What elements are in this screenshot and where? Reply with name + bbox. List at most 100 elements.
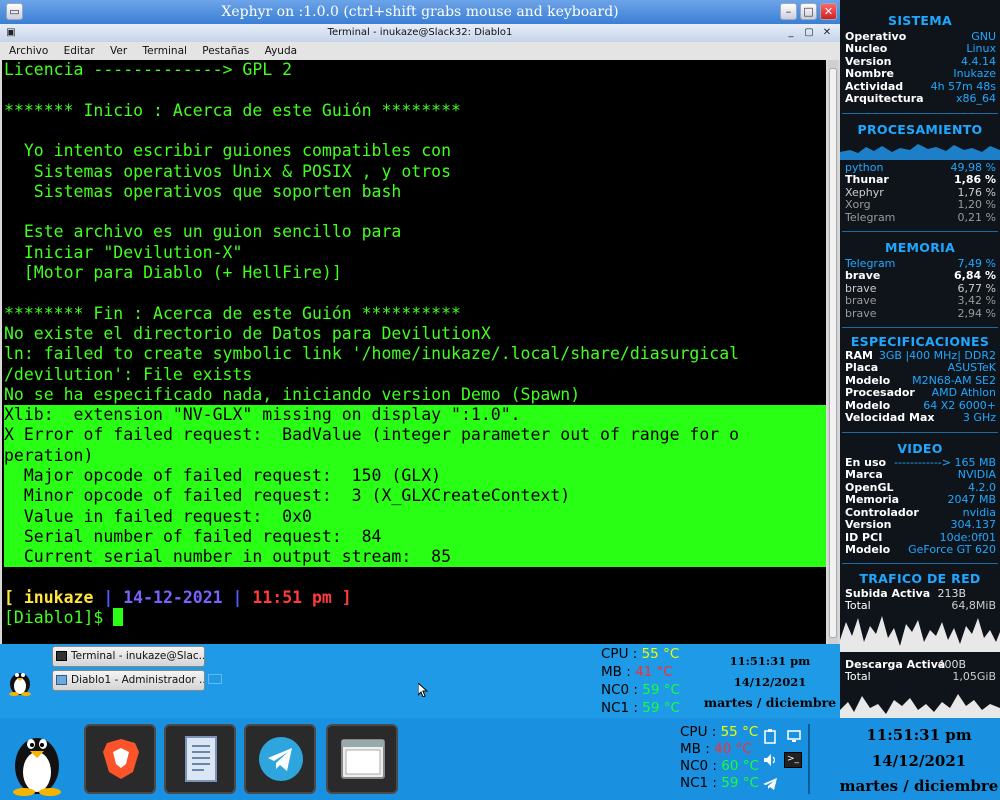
tux-menu-icon[interactable] (8, 724, 66, 796)
cpu-process-row: Xorg 1,20 % (845, 198, 996, 211)
conky-value: x86_64 (955, 92, 996, 105)
terminal-line: Sistemas operativos que soporten bash (4, 181, 402, 201)
telegram-icon (258, 736, 304, 786)
desktop-pager-icon[interactable] (208, 674, 222, 684)
prompt-cwd: [Diablo1]$ (4, 608, 114, 628)
video-key: Modelo (845, 543, 891, 556)
terminal-close-button[interactable]: ✕ (820, 26, 834, 40)
video-row: Modelo GeForce GT 620 (845, 543, 996, 556)
menu-archivo[interactable]: Archivo (9, 45, 48, 57)
text-editor-launcher[interactable] (164, 724, 236, 794)
divider (842, 327, 998, 328)
menu-ayuda[interactable]: Ayuda (265, 45, 297, 57)
close-button[interactable]: ✕ (820, 3, 837, 20)
error-line: Serial number of failed request: 84 (4, 526, 826, 548)
inner-clock-time[interactable]: 11:51:31 pm (700, 654, 840, 668)
error-line: Current serial number in output stream: … (4, 547, 826, 568)
terminal-title: Terminal - inukaze@Slack32: Diablo1 (327, 27, 513, 38)
telegram-launcher[interactable] (244, 724, 316, 794)
error-line: X Error of failed request: BadValue (int… (4, 425, 826, 446)
spec-value: AMD Athlon (931, 386, 996, 399)
tux-menu-icon[interactable] (6, 666, 34, 696)
window-launcher[interactable] (326, 724, 398, 794)
sensor-value: 41 °C (635, 664, 673, 680)
mem-process-row: brave 3,42 % (845, 294, 996, 307)
sensor-label: NC1 (680, 775, 709, 791)
terminal-line: Iniciar "Devilution-X" (4, 242, 243, 262)
maximize-button[interactable]: □ (800, 3, 817, 20)
outer-clock-day: martes / diciembre (839, 777, 999, 795)
terminal-scrollbar[interactable] (828, 60, 838, 644)
outer-clock-date: 14/12/2021 (871, 752, 967, 770)
sensor-label: NC1 (601, 700, 630, 716)
section-video: VIDEO (897, 441, 943, 456)
conky-key: Nombre (845, 67, 894, 80)
process-value: 1,20 % (957, 198, 996, 211)
video-value: NVIDIA (957, 468, 996, 481)
minimize-button[interactable]: – (780, 3, 797, 20)
conky-row: Nombre Inukaze (845, 67, 996, 80)
terminal-maximize-button[interactable]: ▢ (802, 26, 816, 40)
conky-key: Nucleo (845, 42, 888, 55)
terminal-tray-icon[interactable]: >_ (784, 752, 802, 768)
terminal-line: Licencia -------------> GPL 2 (4, 60, 293, 79)
conky-row: Nucleo Linux (845, 42, 996, 55)
net-upload-total-row: Total 64,8MiB (845, 599, 996, 612)
upload-graph (840, 612, 1000, 652)
window-menu-icon[interactable]: ▭ (6, 3, 23, 20)
terminal-title-bar[interactable]: Terminal - inukaze@Slack32: Diablo1 (0, 24, 840, 42)
terminal-icon (56, 651, 67, 661)
prompt-input-line[interactable]: [Diablo1]$ (4, 608, 826, 628)
xephyr-title-bar[interactable]: Xephyr on :1.0.0 (ctrl+shift grabs mouse… (0, 0, 840, 24)
outer-clock-time[interactable]: 11:51:31 pm (838, 726, 1000, 744)
spec-value: ASUSTeK (947, 361, 996, 374)
task-terminal[interactable]: Terminal - inukaze@Slac... (52, 646, 205, 667)
terminal-line: /devilution': File exists (4, 364, 253, 384)
menu-editar[interactable]: Editar (64, 45, 95, 57)
sensor-value: 60 °C (721, 758, 759, 774)
video-key: Version (845, 518, 892, 531)
terminal-line: ******* Inicio : Acerca de este Guión **… (4, 100, 461, 120)
menu-ver[interactable]: Ver (110, 45, 127, 57)
menu-pestanas[interactable]: Pestañas (202, 45, 249, 57)
spec-row: Velocidad Max 3 GHz (845, 411, 996, 424)
scrollbar-thumb[interactable] (829, 68, 837, 638)
terminal-output[interactable]: Licencia -------------> GPL 2 ******* In… (2, 60, 826, 644)
xephyr-window: Xephyr on :1.0.0 (ctrl+shift grabs mouse… (0, 0, 840, 718)
section-sistema: SISTEMA (888, 13, 952, 28)
brave-icon (102, 738, 140, 784)
brave-launcher[interactable] (84, 724, 156, 794)
inner-clock-date: 14/12/2021 (733, 675, 807, 689)
terminal-line: Yo intento escribir guiones compatibles … (4, 141, 452, 161)
spec-key: Placa (845, 361, 879, 374)
telegram-tray-icon[interactable] (762, 776, 778, 792)
cpu-process-row: Telegram 0,21 % (845, 211, 996, 224)
terminal-cursor (113, 608, 124, 627)
spec-value: 3 GHz (962, 411, 996, 424)
mem-process-row: brave 6,84 % (845, 269, 996, 282)
download-graph (840, 684, 1000, 718)
process-name: Thunar (845, 173, 889, 186)
video-key: Memoria (845, 493, 900, 506)
sensor-value: 59 °C (721, 775, 759, 791)
sensor-label: CPU (601, 646, 629, 662)
prompt-user: inukaze (23, 587, 94, 607)
sensor-label: MB (601, 664, 622, 680)
terminal-minimize-button[interactable]: _ (784, 26, 798, 40)
cpu-process-row: Thunar 1,86 % (845, 173, 996, 186)
error-line: Minor opcode of failed request: 3 (X_GLX… (4, 486, 826, 507)
terminal-line: Este archivo es un guion sencillo para (4, 222, 402, 242)
terminal-window-icon[interactable]: ▣ (4, 26, 18, 40)
menu-terminal[interactable]: Terminal (143, 45, 187, 57)
clipboard-icon[interactable] (762, 728, 778, 744)
net-download-total-row: Total 1,05GiB (845, 670, 996, 683)
video-value: 2047 MB (947, 493, 996, 506)
outer-taskbar: CPU : 55 °C MB : 40 °C NC0 : 60 °C NC1 :… (0, 718, 1000, 800)
display-icon[interactable] (786, 728, 802, 744)
volume-icon[interactable] (762, 752, 778, 768)
process-name: brave (845, 269, 881, 282)
nc1-temp-outer: NC1 : 59 °C (680, 775, 759, 791)
task-file-manager[interactable]: Diablo1 - Administrador ... (52, 670, 205, 691)
